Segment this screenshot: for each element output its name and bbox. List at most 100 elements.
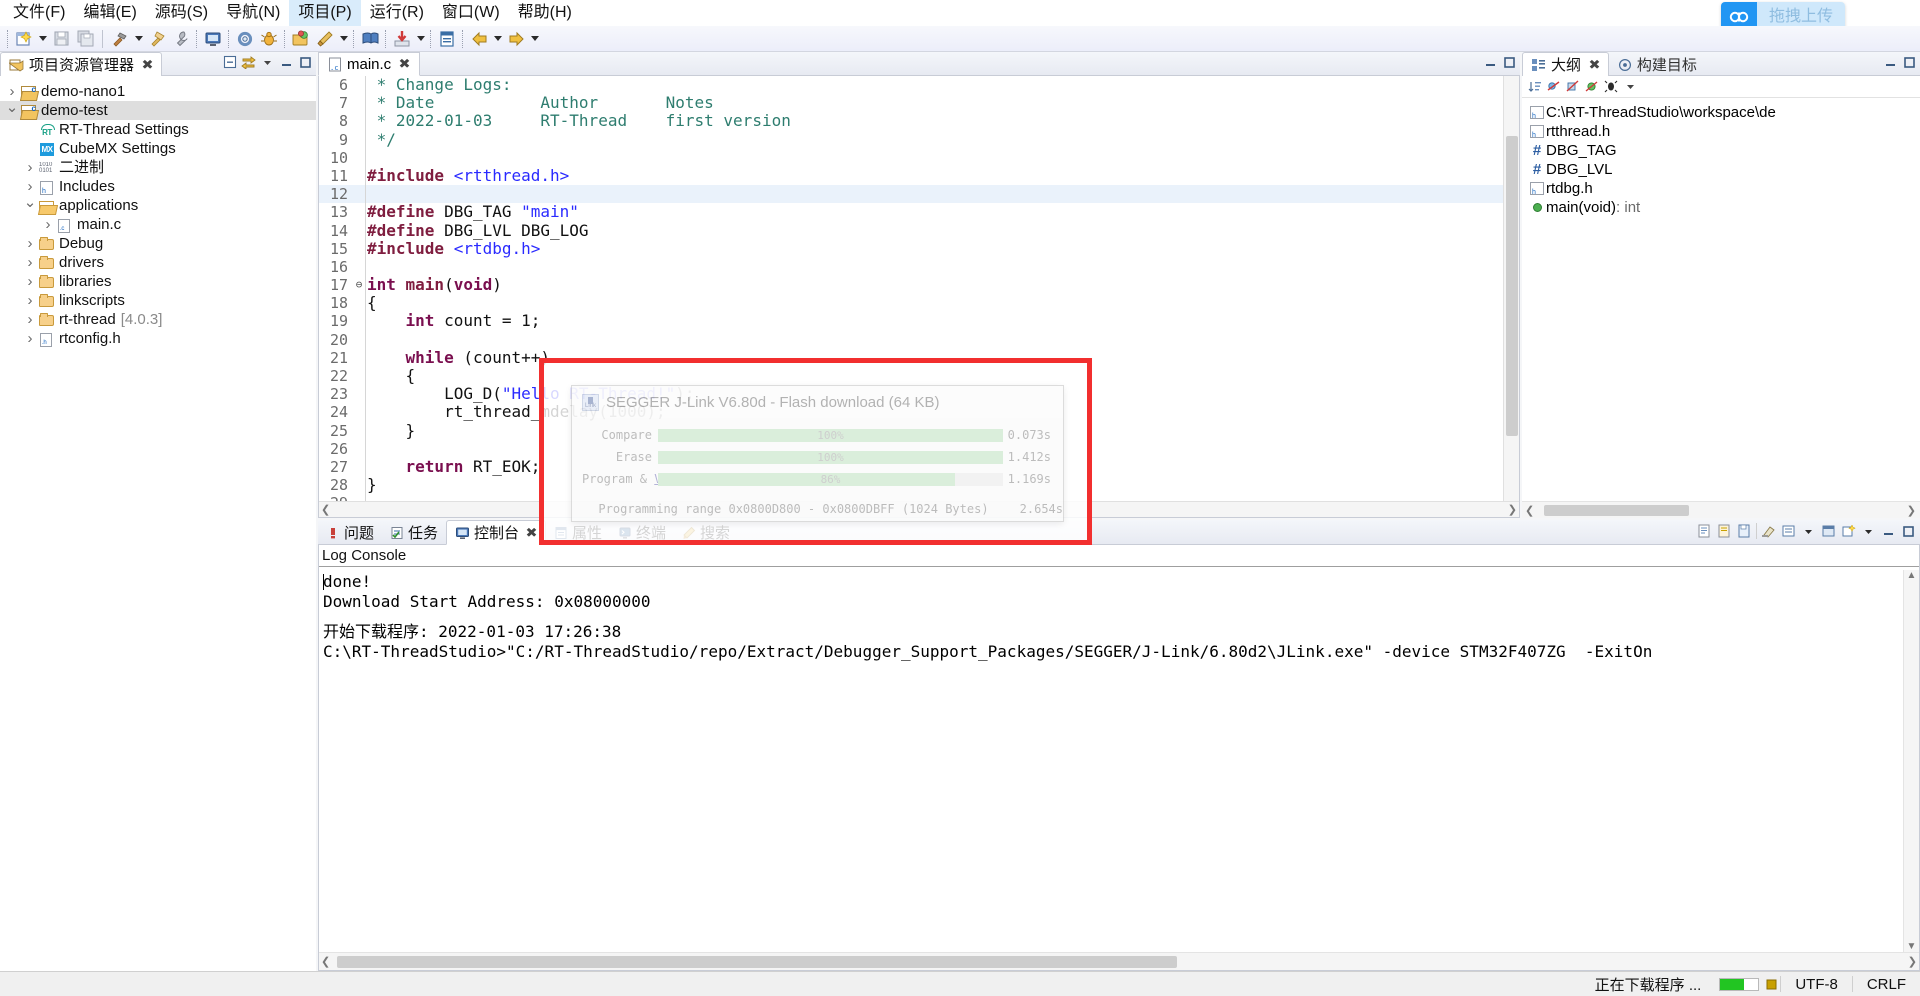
open-docs-button[interactable]: [359, 28, 381, 50]
chevron-right-icon[interactable]: [22, 293, 38, 309]
code-line[interactable]: 12: [319, 185, 1503, 204]
code-line[interactable]: 18 {: [319, 294, 1503, 313]
hide-static-icon[interactable]: [1565, 79, 1581, 95]
tab-build-targets[interactable]: 构建目标: [1609, 52, 1706, 76]
menu-source[interactable]: 源码(S): [146, 0, 217, 26]
chevron-right-icon[interactable]: [4, 84, 20, 100]
scroll-right-icon[interactable]: ❯: [1508, 503, 1517, 516]
close-icon[interactable]: ✖: [1588, 57, 1600, 73]
tab-outline[interactable]: 大纲 ✖: [1522, 52, 1609, 76]
save-all-button[interactable]: [74, 28, 96, 50]
console-monitor-button[interactable]: [202, 28, 224, 50]
scroll-lock-dropdown[interactable]: [1800, 522, 1817, 540]
code-line[interactable]: 7 * Date Author Notes: [319, 94, 1503, 113]
console-horizontal-scrollbar[interactable]: ❮ ❯: [319, 952, 1919, 970]
hide-fields-icon[interactable]: [1546, 79, 1562, 95]
close-icon[interactable]: ✖: [399, 56, 411, 72]
forward-button[interactable]: [505, 28, 527, 50]
outline-item[interactable]: rtthread.h: [1522, 122, 1920, 141]
outline-item[interactable]: C:\RT-ThreadStudio\workspace\de: [1522, 103, 1920, 122]
new-console-icon[interactable]: [1840, 522, 1857, 540]
debug-bug-button[interactable]: [258, 28, 280, 50]
maximize-icon[interactable]: [297, 53, 314, 71]
chevron-down-icon[interactable]: [22, 198, 38, 214]
scroll-left-icon[interactable]: ❮: [1522, 504, 1534, 517]
minimize-icon[interactable]: [1882, 53, 1899, 71]
menu-navigate[interactable]: 导航(N): [217, 0, 289, 26]
hide-non-public-icon[interactable]: [1584, 79, 1600, 95]
code-line[interactable]: 19 int count = 1;: [319, 312, 1503, 331]
tree-item-includes[interactable]: Includes: [0, 177, 316, 196]
outline-menu-icon[interactable]: [1622, 79, 1638, 95]
tree-item-applications[interactable]: applications: [0, 196, 316, 215]
outline-horizontal-scrollbar[interactable]: ❮ ❯: [1522, 501, 1920, 518]
close-icon[interactable]: ✖: [141, 57, 153, 73]
tree-item-demo-test[interactable]: cdemo-test: [0, 101, 316, 120]
tree-item-linkscripts[interactable]: linkscripts: [0, 291, 316, 310]
save-button[interactable]: [50, 28, 72, 50]
code-line[interactable]: 15 #include <rtdbg.h>: [319, 239, 1503, 258]
code-line[interactable]: 17 ⊖ int main(void): [319, 275, 1503, 294]
download-dropdown[interactable]: [414, 28, 427, 50]
chevron-right-icon[interactable]: [40, 217, 56, 233]
save-log-icon[interactable]: [1736, 522, 1753, 540]
chevron-right-icon[interactable]: [22, 274, 38, 290]
run-as-button[interactable]: [290, 28, 312, 50]
code-line[interactable]: 20: [319, 331, 1503, 349]
tree-item-[interactable]: 10100101 二进制: [0, 158, 316, 177]
chevron-right-icon[interactable]: [22, 160, 38, 176]
console-tab-problems[interactable]: 问题: [318, 520, 382, 545]
tab-main-c[interactable]: .c main.c ✖: [318, 52, 421, 76]
minimize-icon[interactable]: [1880, 522, 1897, 540]
menu-file[interactable]: 文件(F): [4, 0, 74, 26]
chevron-right-icon[interactable]: [22, 312, 38, 328]
scroll-left-icon[interactable]: ❮: [321, 503, 330, 516]
console-tab-tasks[interactable]: 任务: [382, 520, 446, 545]
build-hammer-button[interactable]: [109, 28, 131, 50]
new-console-dropdown[interactable]: [1860, 522, 1877, 540]
forward-dropdown[interactable]: [528, 28, 541, 50]
tree-item-rtconfig.h[interactable]: .hrtconfig.h: [0, 329, 316, 348]
clear-console-icon[interactable]: [1760, 522, 1777, 540]
format-brush-button[interactable]: [314, 28, 336, 50]
menu-window[interactable]: 窗口(W): [433, 0, 509, 26]
segger-jlink-dialog[interactable]: Link SEGGER J-Link V6.80d - Flash downlo…: [571, 385, 1064, 522]
view-menu-icon[interactable]: [259, 53, 276, 71]
console-body[interactable]: Log Console done! Download Start Address:…: [318, 545, 1920, 971]
tree-item-libraries[interactable]: libraries: [0, 272, 316, 291]
back-button[interactable]: [468, 28, 490, 50]
terminal-view-button[interactable]: [436, 28, 458, 50]
tab-project-explorer[interactable]: 项目资源管理器 ✖: [0, 52, 162, 76]
code-line[interactable]: 9 */: [319, 130, 1503, 149]
pin-console-icon[interactable]: [1820, 522, 1837, 540]
console-tab-console[interactable]: 控制台 ✖: [446, 520, 546, 545]
progress-stop-icon[interactable]: [1763, 977, 1780, 992]
fold-collapse-icon[interactable]: ⊖: [353, 276, 365, 294]
link-with-editor-icon[interactable]: [240, 53, 257, 71]
scrollbar-thumb[interactable]: [1506, 136, 1518, 436]
tree-item-demo-nano1[interactable]: cdemo-nano1: [0, 82, 316, 101]
outline-filter-icon[interactable]: [1603, 79, 1619, 95]
build-all-button[interactable]: [146, 28, 168, 50]
maximize-icon[interactable]: [1901, 53, 1918, 71]
tree-item-rt-thread[interactable]: rt-thread[4.0.3]: [0, 310, 316, 329]
scroll-down-icon[interactable]: ▼: [1907, 941, 1917, 952]
tree-item-debug[interactable]: Debug: [0, 234, 316, 253]
back-dropdown[interactable]: [491, 28, 504, 50]
code-line[interactable]: 10: [319, 149, 1503, 167]
download-program-button[interactable]: [391, 28, 413, 50]
maximize-icon[interactable]: [1501, 53, 1518, 71]
new-file-button[interactable]: [13, 28, 35, 50]
code-line[interactable]: 11 #include <rtthread.h>: [319, 166, 1503, 185]
code-line[interactable]: 13 #define DBG_TAG "main": [319, 203, 1503, 222]
build-dropdown[interactable]: [132, 28, 145, 50]
menu-run[interactable]: 运行(R): [361, 0, 433, 26]
scroll-up-icon[interactable]: ▲: [1907, 570, 1917, 581]
console-vertical-scrollbar[interactable]: ▲ ▼: [1903, 570, 1919, 952]
import-log-icon[interactable]: [1716, 522, 1733, 540]
scrollbar-thumb[interactable]: [337, 956, 1177, 968]
outline-item[interactable]: # DBG_TAG: [1522, 141, 1920, 160]
scroll-left-icon[interactable]: ❮: [321, 955, 330, 968]
menu-help[interactable]: 帮助(H): [509, 0, 581, 26]
minimize-icon[interactable]: [1482, 53, 1499, 71]
